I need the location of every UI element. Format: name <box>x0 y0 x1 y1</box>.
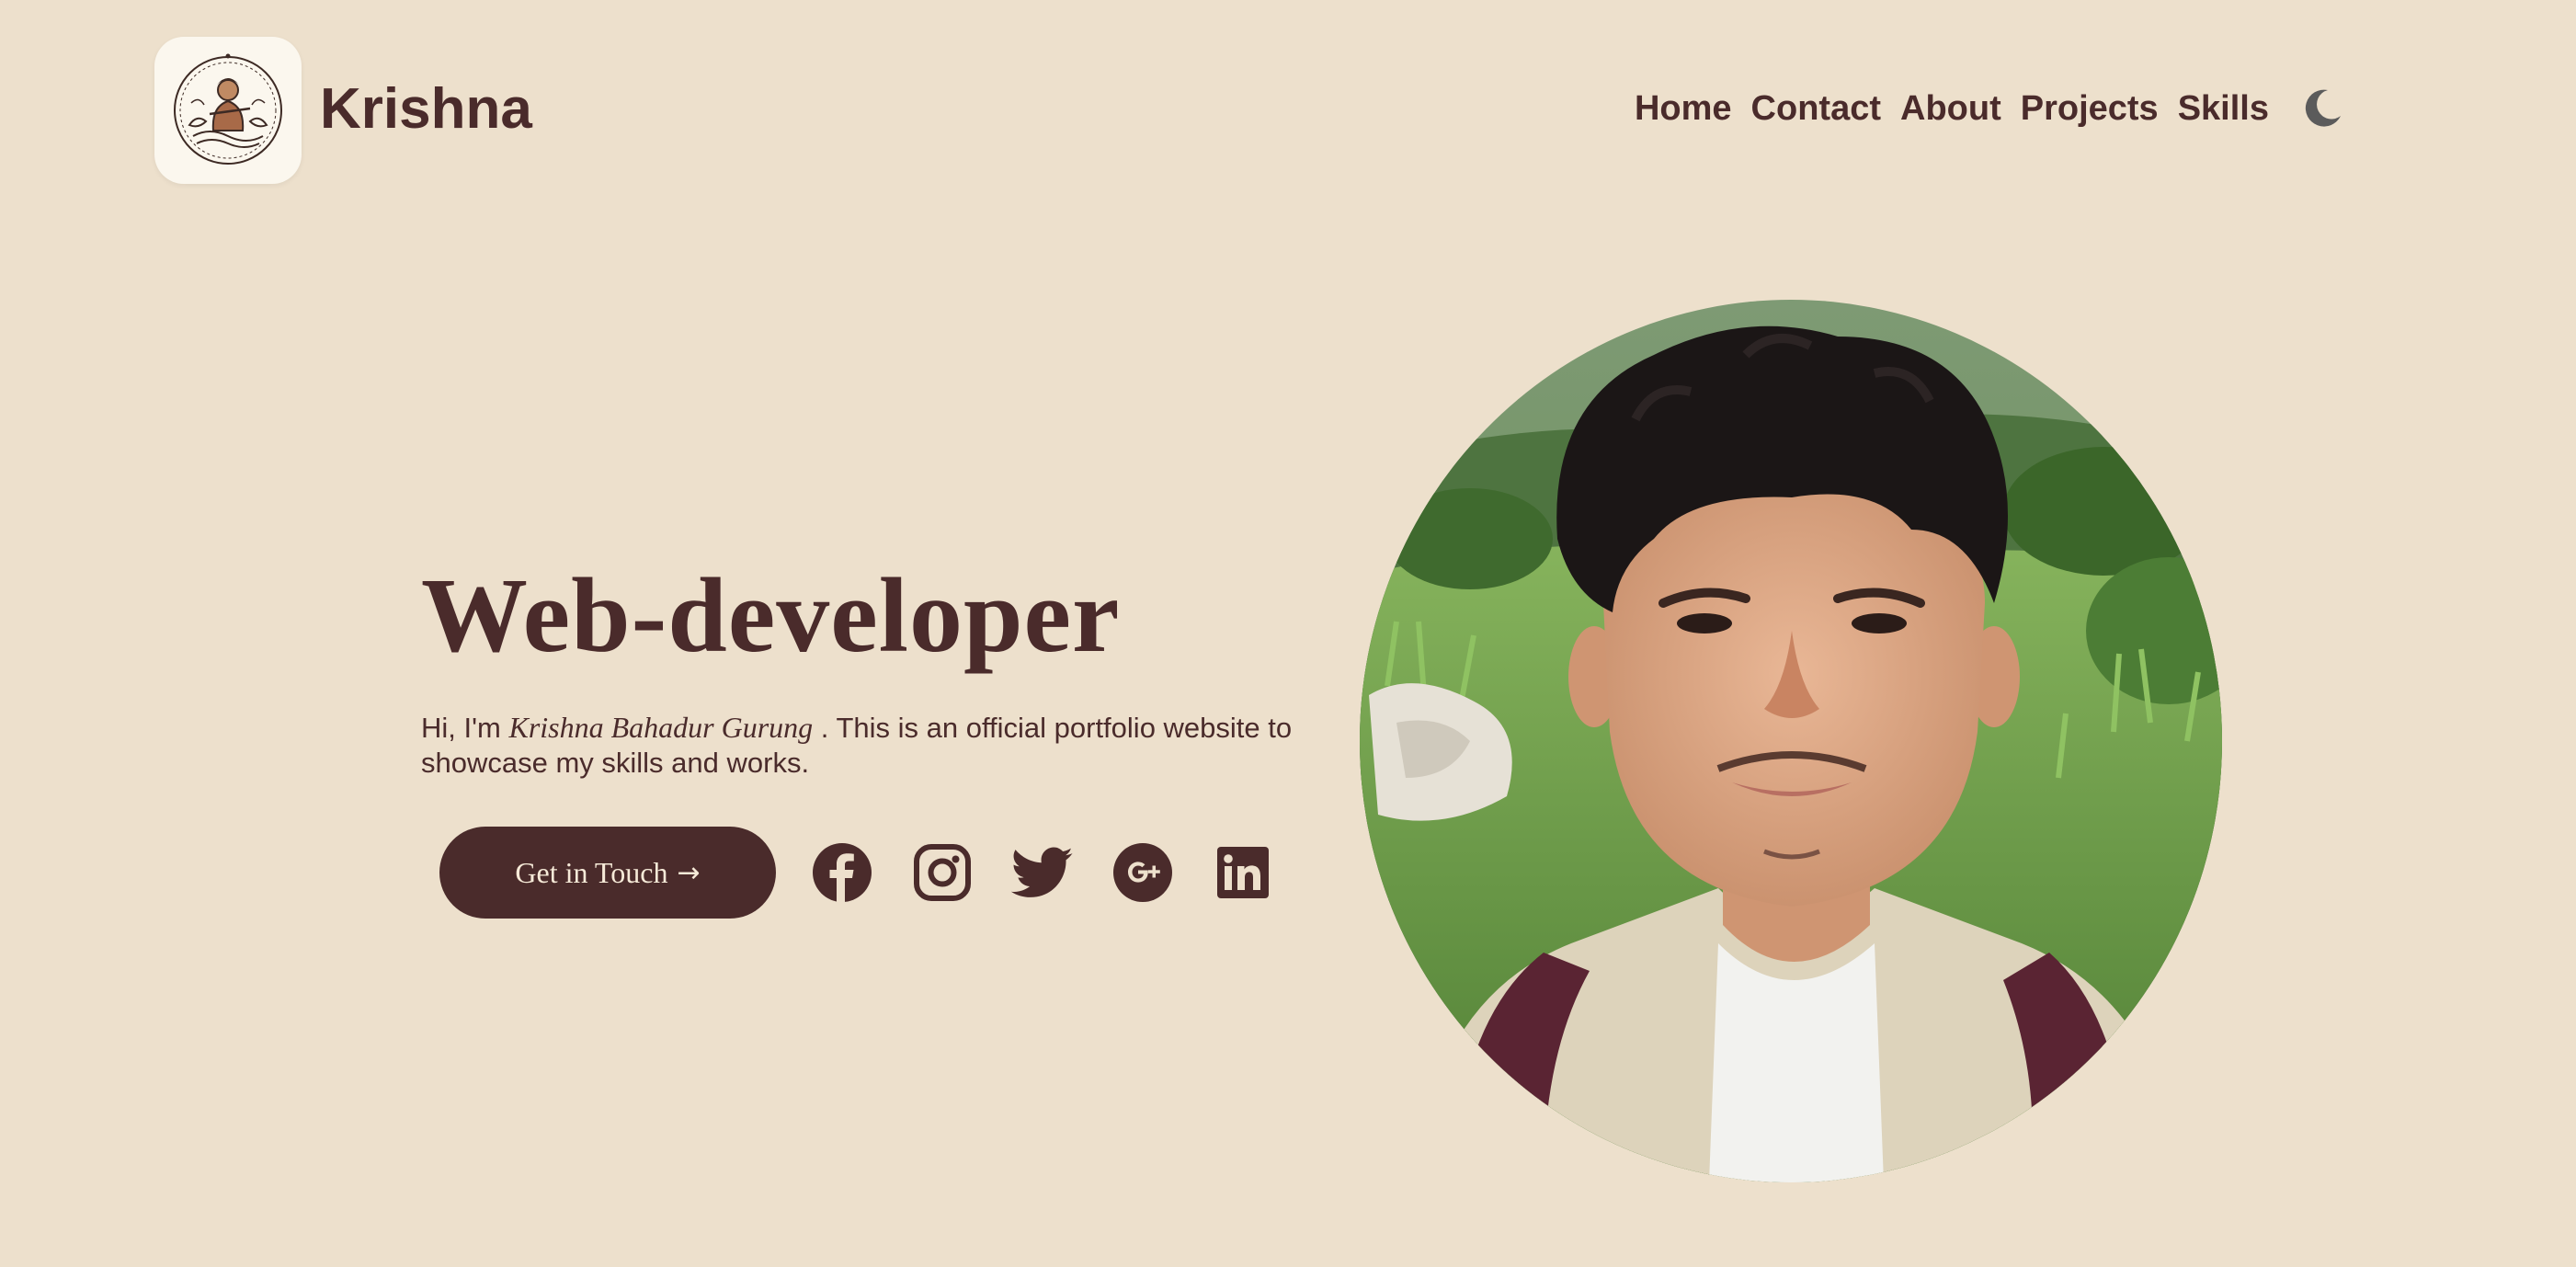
logo[interactable] <box>154 37 302 184</box>
brand-name[interactable]: Krishna <box>320 74 532 145</box>
facebook-icon[interactable] <box>811 841 873 904</box>
krishna-emblem-logo-icon <box>174 53 282 165</box>
moon-icon[interactable] <box>2300 86 2344 131</box>
get-in-touch-button[interactable]: Get in Touch → <box>439 827 776 919</box>
twitter-icon[interactable] <box>1011 841 1074 904</box>
intro-prefix: Hi, I'm <box>421 712 509 744</box>
profile-photo <box>1360 300 2222 1182</box>
arrow-right-icon: → <box>677 856 701 889</box>
google-plus-icon[interactable] <box>1111 841 1174 904</box>
nav-about[interactable]: About <box>1900 85 2001 132</box>
main-nav: Home Contact About Projects Skills <box>1615 85 2344 132</box>
linkedin-icon[interactable] <box>1212 841 1274 904</box>
hero-intro: Hi, I'm Krishna Bahadur Gurung . This is… <box>421 710 1340 781</box>
nav-projects[interactable]: Projects <box>2021 85 2159 132</box>
intro-name: Krishna Bahadur Gurung <box>508 711 814 744</box>
social-links <box>811 841 1274 904</box>
nav-contact[interactable]: Contact <box>1751 85 1881 132</box>
nav-home[interactable]: Home <box>1635 85 1732 132</box>
nav-skills[interactable]: Skills <box>2178 85 2269 132</box>
cta-label: Get in Touch <box>515 855 668 889</box>
instagram-icon[interactable] <box>911 841 974 904</box>
hero-title: Web-developer <box>421 557 1121 675</box>
